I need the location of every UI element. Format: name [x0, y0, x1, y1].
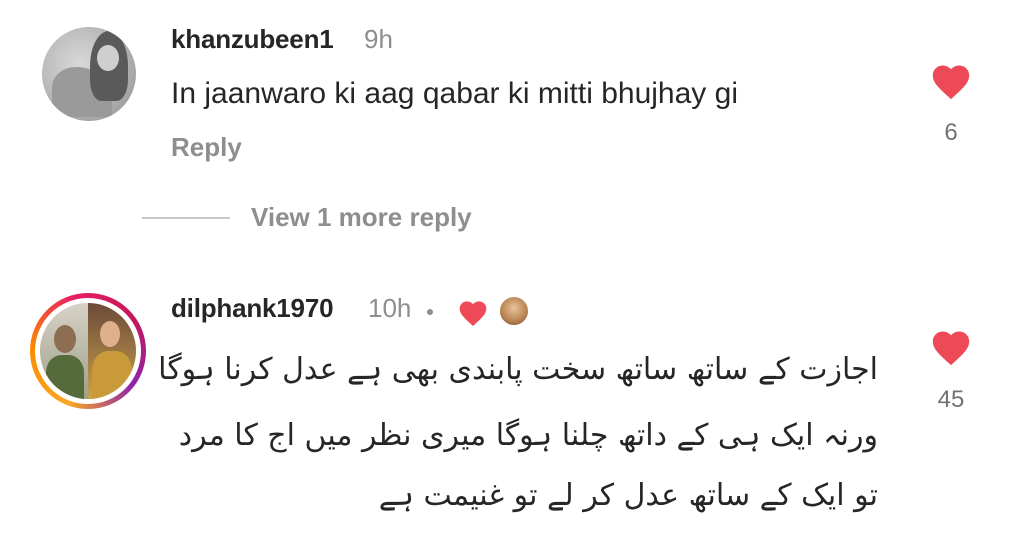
heart-icon[interactable]	[929, 60, 973, 100]
comment-text: In jaanwaro ki aag qabar ki mitti bhujha…	[171, 77, 738, 110]
comments-screen: khanzubeen1 9h In jaanwaro ki aag qabar …	[0, 0, 1024, 543]
like-count: 45	[937, 386, 965, 413]
comment-text-line-1: اجازت کے ساتھ ساتھ سخت پابندی بھی ہے عدل…	[158, 352, 878, 387]
comment-text-line-2: ورنہ ایک ہی کے داتھ چلنا ہوگا میری نظر م…	[178, 418, 878, 453]
like-count: 6	[944, 119, 958, 146]
creator-avatar	[498, 295, 530, 327]
comment-timestamp: 9h	[364, 24, 393, 54]
view-more-replies-button[interactable]: View 1 more reply	[251, 202, 472, 233]
avatar[interactable]	[40, 303, 136, 399]
comment-username[interactable]: dilphank1970	[171, 293, 334, 324]
view-more-divider	[142, 217, 230, 219]
heart-icon[interactable]	[929, 326, 973, 366]
separator-dot	[427, 309, 433, 315]
comment-text-line-3: تو ایک کے ساتھ عدل کر لے تو غنیمت ہے	[378, 478, 878, 513]
creator-liked-heart-icon	[459, 301, 487, 326]
comment-username[interactable]: khanzubeen1	[171, 24, 334, 55]
avatar[interactable]	[42, 27, 136, 121]
comment-timestamp: 10h	[368, 293, 412, 323]
reply-button[interactable]: Reply	[171, 132, 242, 163]
